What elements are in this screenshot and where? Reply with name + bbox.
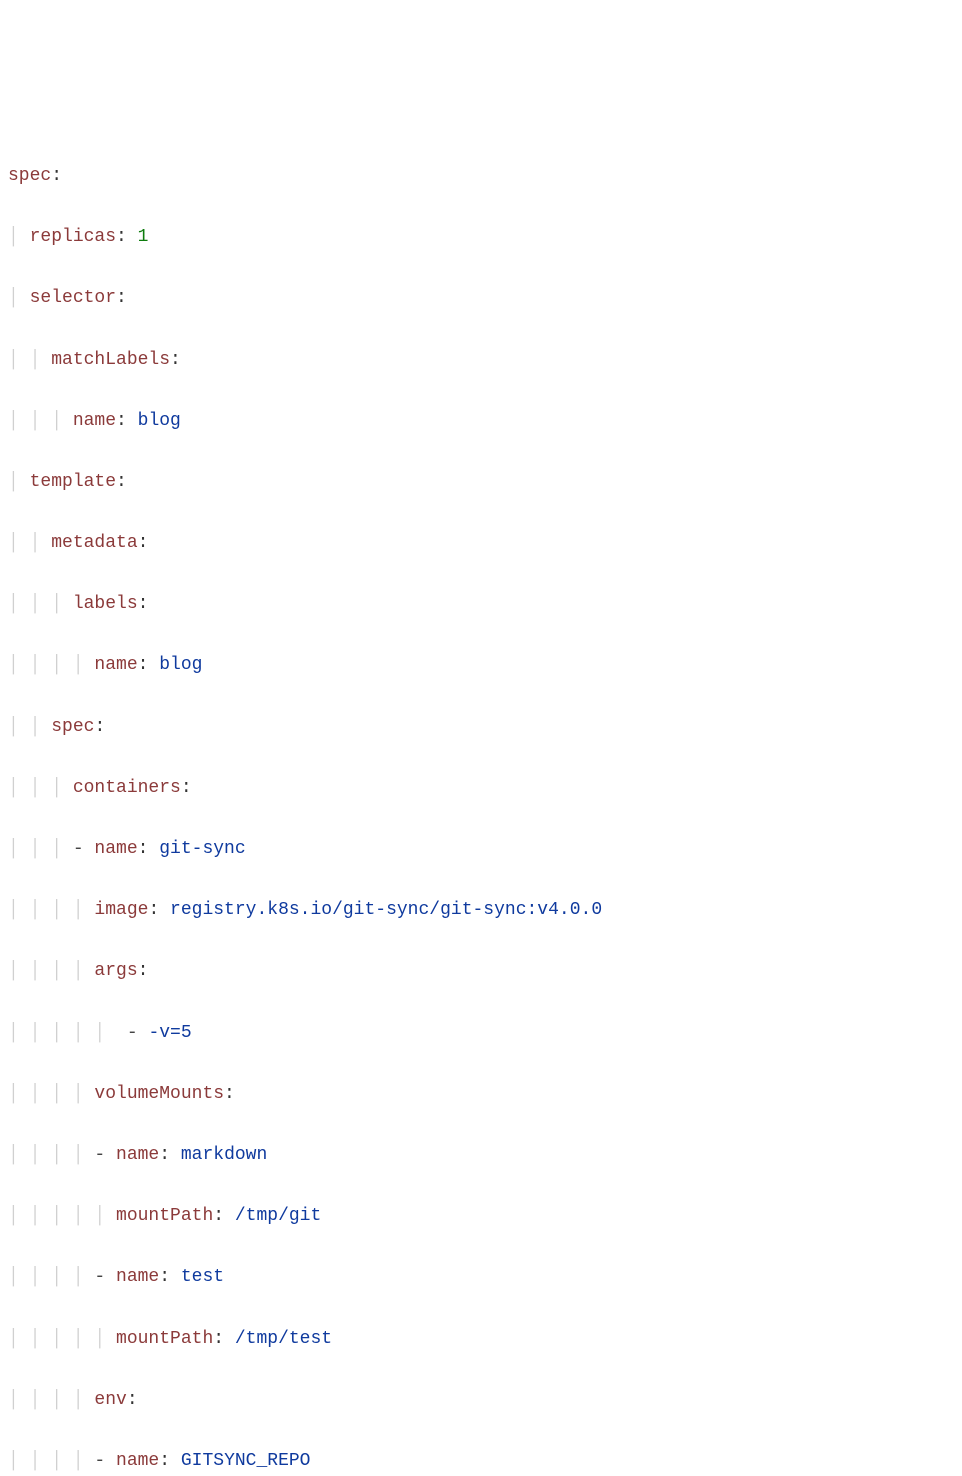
yaml-key: template <box>30 472 116 492</box>
yaml-value: GITSYNC_REPO <box>181 1451 311 1471</box>
yaml-key: name <box>116 1145 159 1165</box>
yaml-key: selector <box>30 288 116 308</box>
yaml-value: blog <box>159 655 202 675</box>
code-line: │ │ │ │ - name: GITSYNC_REPO <box>8 1446 962 1476</box>
yaml-key: labels <box>73 594 138 614</box>
code-line: │ │ │ - name: git-sync <box>8 834 962 865</box>
code-line: │ │ │ labels: <box>8 589 962 620</box>
code-line: │ replicas: 1 <box>8 222 962 253</box>
code-line: │ │ │ │ - name: markdown <box>8 1140 962 1171</box>
yaml-key: image <box>94 900 148 920</box>
yaml-value: /tmp/git <box>235 1206 321 1226</box>
code-line: spec: <box>8 161 962 192</box>
code-line: │ │ │ name: blog <box>8 406 962 437</box>
code-line: │ │ │ containers: <box>8 773 962 804</box>
code-line: │ │ matchLabels: <box>8 345 962 376</box>
code-line: │ │ metadata: <box>8 528 962 559</box>
yaml-value: test <box>181 1267 224 1287</box>
yaml-key: replicas <box>30 227 116 247</box>
yaml-value: 1 <box>138 227 149 247</box>
yaml-key: matchLabels <box>51 350 170 370</box>
yaml-code-block: spec: │ replicas: 1 │ selector: │ │ matc… <box>8 130 962 1476</box>
yaml-key: metadata <box>51 533 137 553</box>
yaml-key: mountPath <box>116 1206 213 1226</box>
code-line: │ selector: <box>8 283 962 314</box>
code-line: │ │ │ │ │ mountPath: /tmp/git <box>8 1201 962 1232</box>
code-line: │ │ │ │ env: <box>8 1385 962 1416</box>
code-line: │ template: <box>8 467 962 498</box>
yaml-key: mountPath <box>116 1329 213 1349</box>
yaml-value: git-sync <box>159 839 245 859</box>
yaml-value: registry.k8s.io/git-sync/git-sync:v4.0.0 <box>170 900 602 920</box>
code-line: │ │ │ │ - name: test <box>8 1262 962 1293</box>
code-line: │ │ │ │ name: blog <box>8 650 962 681</box>
yaml-value: -v=5 <box>148 1023 191 1043</box>
code-line: │ │ │ │ volumeMounts: <box>8 1079 962 1110</box>
yaml-key: name <box>116 1267 159 1287</box>
yaml-key: args <box>94 961 137 981</box>
yaml-key: volumeMounts <box>94 1084 224 1104</box>
yaml-value: /tmp/test <box>235 1329 332 1349</box>
yaml-key: name <box>73 411 116 431</box>
yaml-key: spec <box>51 717 94 737</box>
code-line: │ │ │ │ │ mountPath: /tmp/test <box>8 1324 962 1355</box>
yaml-key: name <box>116 1451 159 1471</box>
code-line: │ │ │ │ args: <box>8 956 962 987</box>
yaml-value: blog <box>138 411 181 431</box>
yaml-key: env <box>94 1390 126 1410</box>
yaml-key: containers <box>73 778 181 798</box>
code-line: │ │ │ │ image: registry.k8s.io/git-sync/… <box>8 895 962 926</box>
yaml-key: spec <box>8 166 51 186</box>
code-line: │ │ │ │ │ - -v=5 <box>8 1018 962 1049</box>
yaml-key: name <box>94 655 137 675</box>
yaml-key: name <box>94 839 137 859</box>
yaml-value: markdown <box>181 1145 267 1165</box>
